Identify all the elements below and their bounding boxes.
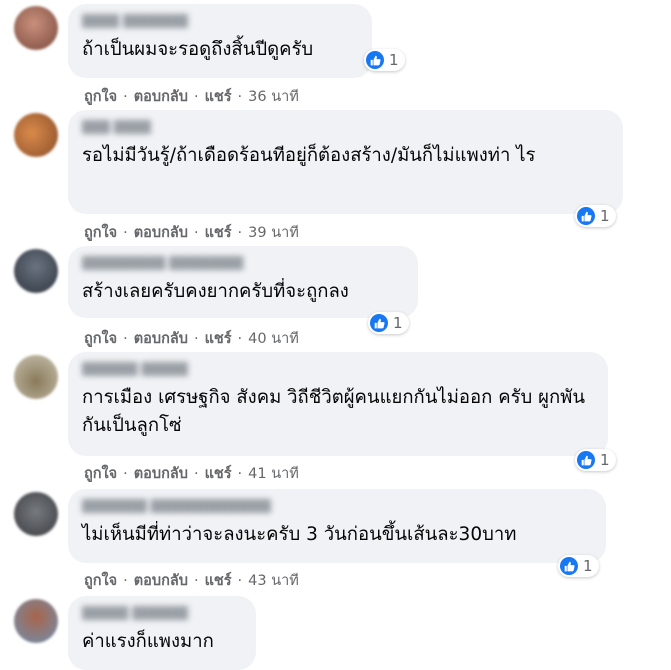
like-link[interactable]: ถูกใจ bbox=[84, 569, 117, 592]
separator: · bbox=[193, 573, 199, 589]
separator: · bbox=[237, 89, 243, 105]
reply-link[interactable]: ตอบกลับ bbox=[134, 327, 188, 350]
reaction-count: 1 bbox=[393, 314, 403, 332]
commenter-name-redacted[interactable]: ██████ █████ bbox=[82, 362, 594, 378]
reaction-count: 1 bbox=[389, 51, 399, 69]
commenter-name-redacted[interactable]: █████████ ████████ bbox=[82, 256, 404, 272]
separator: · bbox=[193, 89, 199, 105]
separator: · bbox=[123, 466, 128, 482]
separator: · bbox=[237, 225, 243, 241]
timestamp[interactable]: 40 นาที bbox=[248, 327, 299, 350]
commenter-name-redacted[interactable]: ███ ████ bbox=[82, 120, 609, 136]
commenter-name-redacted[interactable]: ████ ███████ bbox=[82, 14, 358, 30]
reaction-count: 1 bbox=[583, 557, 593, 575]
comment-bubble: ██████ █████ การเมือง เศรษฐกิจ สังคม วิถ… bbox=[68, 352, 608, 456]
reply-link[interactable]: ตอบกลับ bbox=[134, 85, 188, 108]
comment-actions: ถูกใจ · ตอบกลับ · แชร์ · 43 นาที bbox=[84, 569, 299, 592]
like-icon bbox=[577, 207, 595, 225]
separator: · bbox=[237, 466, 243, 482]
avatar[interactable] bbox=[14, 599, 58, 643]
like-icon bbox=[560, 557, 578, 575]
comment-text: สร้างเลยครับคงยากครับที่จะถูกลง bbox=[82, 281, 349, 302]
reply-link[interactable]: ตอบกลับ bbox=[134, 462, 188, 485]
commenter-name-redacted[interactable]: █████ ██████ bbox=[82, 606, 242, 622]
comment-text: ไม่เห็นมีที่ท่าว่าจะลงนะครับ 3 วันก่อนขึ… bbox=[82, 524, 517, 545]
timestamp[interactable]: 41 นาที bbox=[248, 462, 299, 485]
reaction-count: 1 bbox=[600, 451, 610, 469]
avatar[interactable] bbox=[14, 492, 58, 536]
timestamp[interactable]: 43 นาที bbox=[248, 569, 299, 592]
comment-actions: ถูกใจ · ตอบกลับ · แชร์ · 41 นาที bbox=[84, 462, 299, 485]
separator: · bbox=[193, 466, 199, 482]
reaction-count: 1 bbox=[600, 207, 610, 225]
comment-actions: ถูกใจ · ตอบกลับ · แชร์ · 36 นาที bbox=[84, 85, 299, 108]
share-link[interactable]: แชร์ bbox=[205, 462, 232, 485]
like-link[interactable]: ถูกใจ bbox=[84, 462, 117, 485]
comment-actions: ถูกใจ · ตอบกลับ · แชร์ · 40 นาที bbox=[84, 327, 299, 350]
reaction-badge[interactable]: 1 bbox=[558, 555, 599, 577]
comment-bubble: ███████ █████████████ ไม่เห็นมีที่ท่าว่า… bbox=[68, 489, 606, 563]
like-link[interactable]: ถูกใจ bbox=[84, 221, 117, 244]
reaction-badge[interactable]: 1 bbox=[368, 312, 409, 334]
avatar[interactable] bbox=[14, 6, 58, 50]
reply-link[interactable]: ตอบกลับ bbox=[134, 569, 188, 592]
share-link[interactable]: แชร์ bbox=[205, 221, 232, 244]
comment-text: ถ้าเป็นผมจะรอดูถึงสิ้นปีดูครับ bbox=[82, 39, 314, 60]
comment-text: การเมือง เศรษฐกิจ สังคม วิถีชีวิตผู้คนแย… bbox=[82, 387, 586, 436]
share-link[interactable]: แชร์ bbox=[205, 85, 232, 108]
like-icon bbox=[577, 451, 595, 469]
comment-bubble: █████████ ████████ สร้างเลยครับคงยากครับ… bbox=[68, 246, 418, 318]
share-link[interactable]: แชร์ bbox=[205, 327, 232, 350]
reaction-badge[interactable]: 1 bbox=[575, 449, 616, 471]
avatar[interactable] bbox=[14, 113, 58, 157]
commenter-name-redacted[interactable]: ███████ █████████████ bbox=[82, 499, 592, 515]
reaction-badge[interactable]: 1 bbox=[364, 49, 405, 71]
reply-link[interactable]: ตอบกลับ bbox=[134, 221, 188, 244]
comment-bubble: ████ ███████ ถ้าเป็นผมจะรอดูถึงสิ้นปีดูค… bbox=[68, 4, 372, 78]
avatar[interactable] bbox=[14, 249, 58, 293]
separator: · bbox=[193, 225, 199, 241]
like-icon bbox=[366, 51, 384, 69]
separator: · bbox=[237, 573, 243, 589]
share-link[interactable]: แชร์ bbox=[205, 569, 232, 592]
timestamp[interactable]: 36 นาที bbox=[248, 85, 299, 108]
comment-bubble: ███ ████ รอไม่มีวันรู้/ถ้าเดือดร้อนทีอยู… bbox=[68, 110, 623, 214]
separator: · bbox=[193, 331, 199, 347]
like-icon bbox=[370, 314, 388, 332]
separator: · bbox=[123, 225, 128, 241]
timestamp[interactable]: 39 นาที bbox=[248, 221, 299, 244]
separator: · bbox=[123, 573, 128, 589]
separator: · bbox=[237, 331, 243, 347]
comment-text: รอไม่มีวันรู้/ถ้าเดือดร้อนทีอยู่ก็ต้องสร… bbox=[82, 145, 536, 166]
like-link[interactable]: ถูกใจ bbox=[84, 85, 117, 108]
separator: · bbox=[123, 331, 128, 347]
like-link[interactable]: ถูกใจ bbox=[84, 327, 117, 350]
separator: · bbox=[123, 89, 128, 105]
comment-text: ค่าแรงก็แพงมาก bbox=[82, 631, 214, 652]
avatar[interactable] bbox=[14, 355, 58, 399]
comment-bubble: █████ ██████ ค่าแรงก็แพงมาก bbox=[68, 596, 256, 670]
comment-actions: ถูกใจ · ตอบกลับ · แชร์ · 39 นาที bbox=[84, 221, 299, 244]
reaction-badge[interactable]: 1 bbox=[575, 205, 616, 227]
